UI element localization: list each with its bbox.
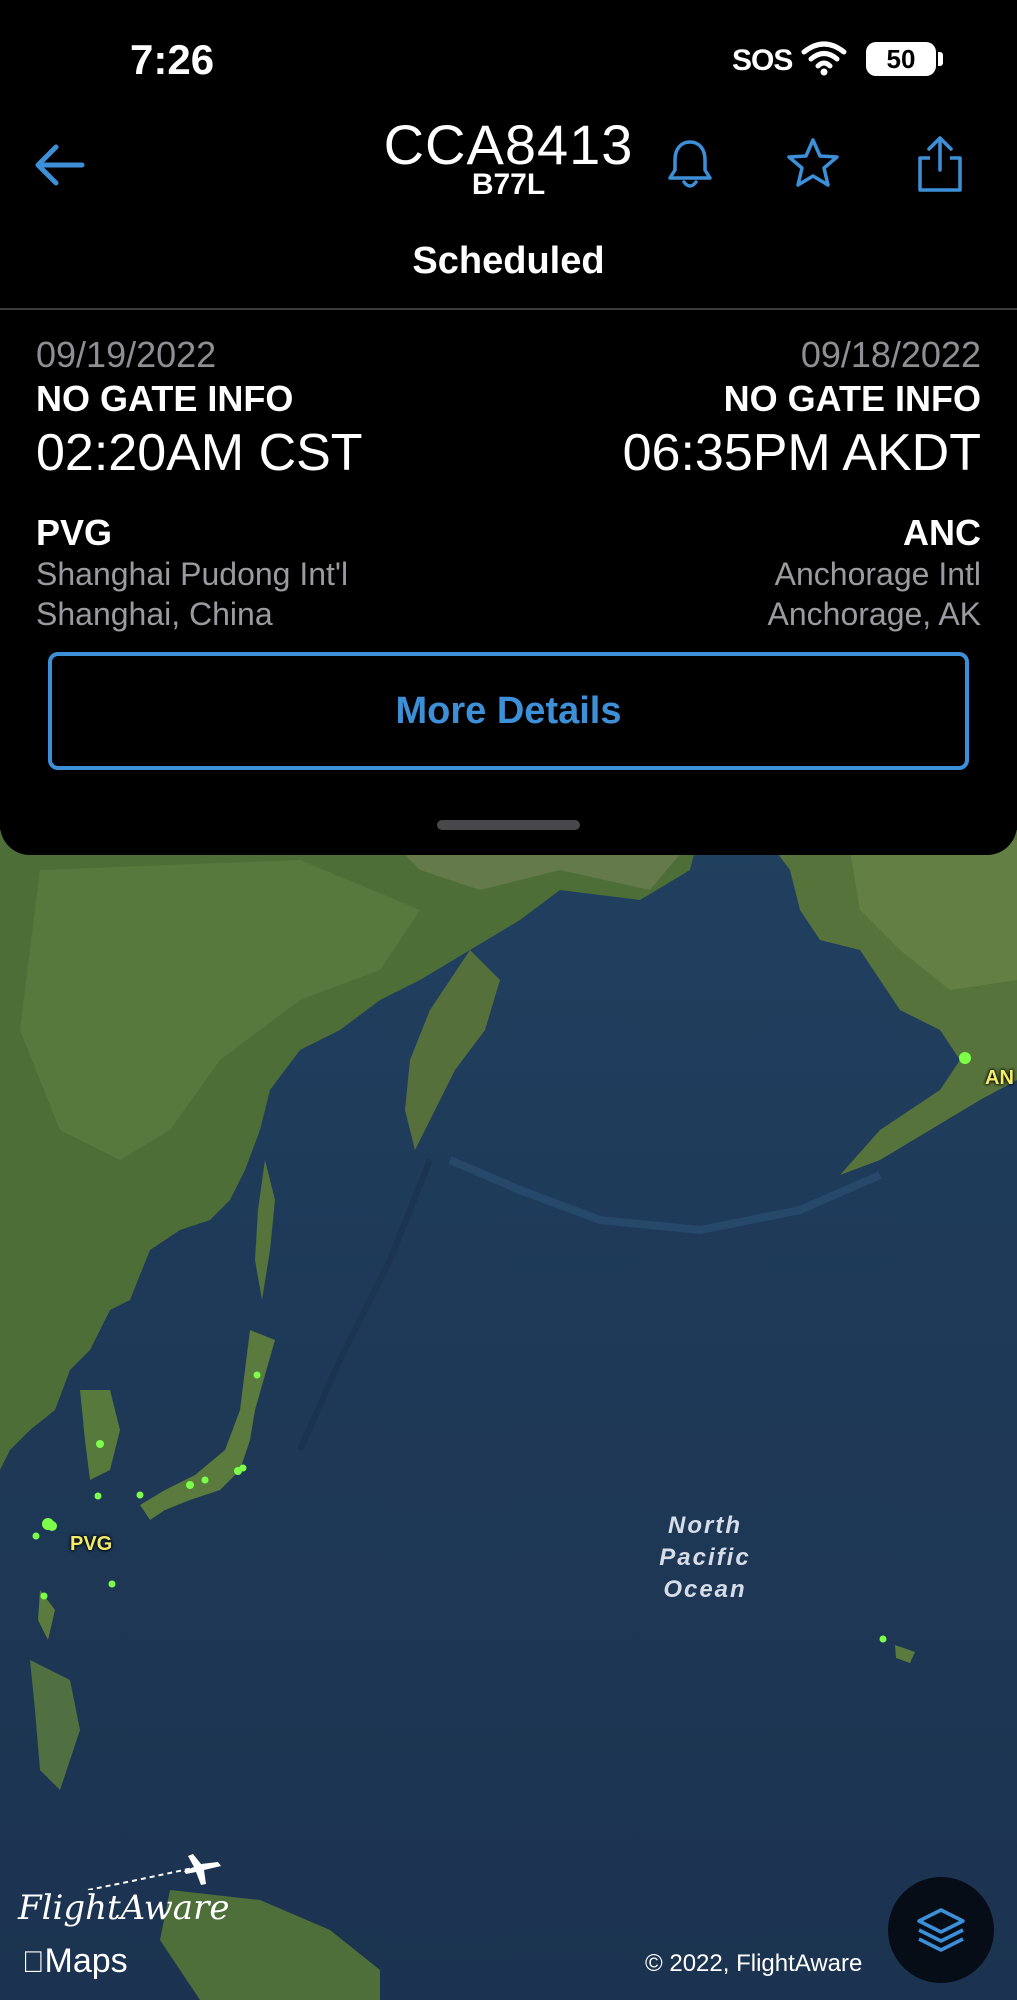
- flightaware-logo: FlightAware: [18, 1850, 238, 1930]
- back-button[interactable]: [30, 140, 90, 190]
- map-copyright: © 2022, FlightAware: [645, 1950, 863, 1977]
- battery-indicator: 50: [866, 42, 936, 76]
- airport-dot-anc: [959, 1052, 971, 1064]
- arrival-date: 09/18/2022: [800, 334, 981, 375]
- favorite-button[interactable]: [783, 134, 843, 194]
- landmass-philippines: [30, 1660, 80, 1790]
- status-time: 7:26: [130, 36, 215, 83]
- alert-button[interactable]: [660, 134, 720, 194]
- landmass-sakhalin: [255, 1160, 275, 1300]
- aircraft-type: B77L: [471, 168, 546, 201]
- plane-trail-icon: [87, 1854, 221, 1890]
- departure-gate: NO GATE INFO: [36, 378, 294, 419]
- landmass-korea: [80, 1390, 120, 1480]
- departure-city: Shanghai, China: [36, 596, 273, 632]
- sos-indicator: SOS: [732, 44, 793, 77]
- status-bar: 7:26 SOS 50: [0, 0, 1017, 110]
- header-divider: [0, 308, 1017, 310]
- ocean-trench: [297, 1158, 433, 1452]
- layers-button[interactable]: [888, 1877, 994, 1983]
- arrival-time: 06:35PM AKDT: [622, 424, 981, 482]
- ocean-label: North Pacific Ocean: [659, 1512, 751, 1603]
- apple-maps-credit: Maps: [22, 1942, 128, 1980]
- arrival-airport: Anchorage Intl: [774, 556, 981, 592]
- arrival-info: 09/18/2022 NO GATE INFO 06:35PM AKDT ANC…: [511, 334, 981, 634]
- arrival-gate: NO GATE INFO: [723, 378, 981, 419]
- departure-time: 02:20AM CST: [36, 424, 363, 482]
- wifi-icon: [801, 41, 847, 76]
- sheet-grabber[interactable]: [437, 820, 580, 830]
- back-arrow-icon: [35, 144, 85, 186]
- flight-status: Scheduled: [412, 240, 605, 282]
- departure-date: 09/19/2022: [36, 334, 217, 375]
- destination-map-label[interactable]: AN: [985, 1067, 1014, 1090]
- share-icon: [918, 136, 962, 192]
- bell-icon: [668, 140, 712, 188]
- apple-logo-icon: : [22, 1946, 45, 1979]
- brand-text: FlightAware: [18, 1888, 230, 1928]
- landmass-japan: [140, 1330, 275, 1520]
- origin-map-label[interactable]: PVG: [70, 1533, 112, 1556]
- flight-map[interactable]: [0, 830, 1017, 2000]
- share-button[interactable]: [910, 134, 970, 194]
- flight-summary-sheet: 7:26 SOS 50 CCA8413 B77L Scheduled 09/19…: [0, 0, 1017, 855]
- layers-icon: [917, 1908, 965, 1952]
- arrival-city: Anchorage, AK: [767, 596, 981, 632]
- battery-nub: [938, 52, 943, 66]
- star-icon: [787, 138, 839, 187]
- departure-info: 09/19/2022 NO GATE INFO 02:20AM CST PVG …: [36, 334, 506, 634]
- landmass-hawaii: [895, 1645, 915, 1663]
- departure-airport: Shanghai Pudong Int'l: [36, 556, 349, 592]
- arrival-code: ANC: [903, 512, 981, 553]
- departure-code: PVG: [36, 512, 113, 553]
- airport-dot-hnl: [879, 1635, 887, 1643]
- ocean-ridge: [448, 1156, 882, 1235]
- map-terrain: [0, 830, 1017, 2000]
- more-details-button[interactable]: More Details: [48, 652, 969, 770]
